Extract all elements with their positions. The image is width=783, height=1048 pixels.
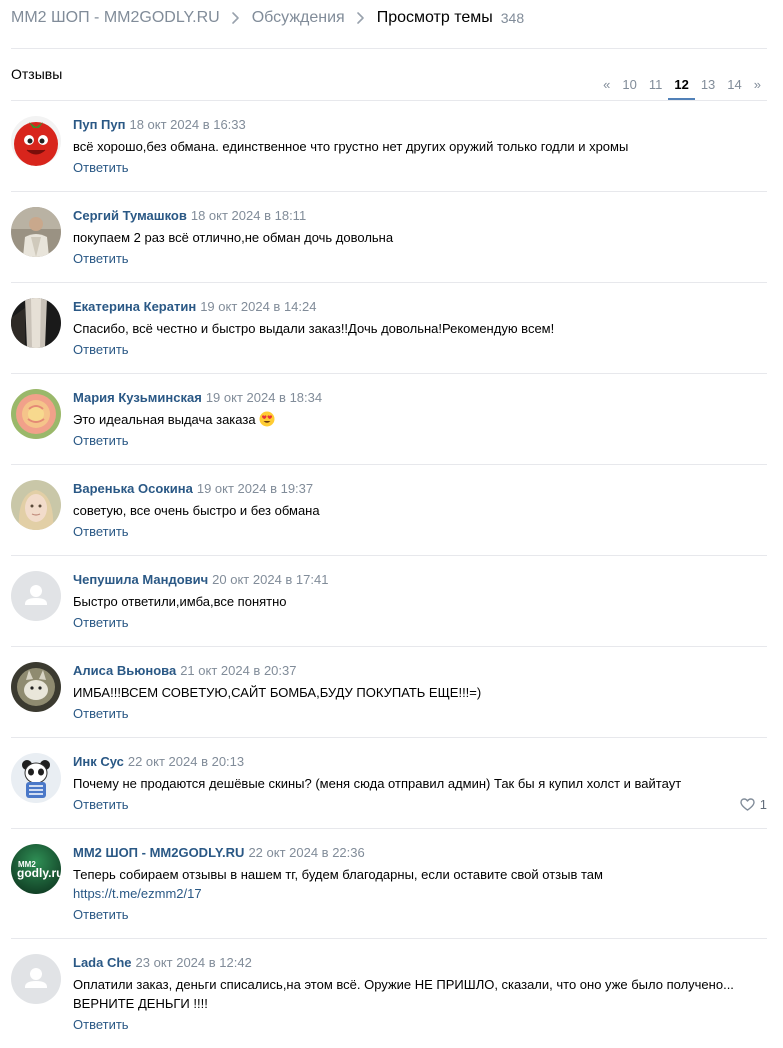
avatar[interactable] [11, 571, 61, 621]
rose-photo-icon [11, 389, 61, 439]
like-count: 1 [759, 797, 767, 812]
author-name[interactable]: Сергий Тумашков [73, 208, 187, 223]
post-date[interactable]: 22 окт 2024 в 22:36 [248, 845, 364, 860]
author-name[interactable]: MM2 ШОП - MM2GODLY.RU [73, 845, 244, 860]
comment-text-row: Это идеальная выдача заказа [73, 410, 767, 429]
comment-text: Теперь собираем отзывы в нашем тг, будем… [73, 867, 603, 882]
post-date[interactable]: 22 окт 2024 в 20:13 [128, 754, 244, 769]
reply-button[interactable]: Ответить [73, 797, 129, 813]
comment-text: ИМБА!!!ВСЕМ СОВЕТУЮ,САЙТ БОМБА,БУДУ ПОКУ… [73, 685, 482, 700]
post-date[interactable]: 23 окт 2024 в 12:42 [136, 955, 252, 970]
topic-count: 348 [500, 10, 525, 26]
post-date[interactable]: 21 окт 2024 в 20:37 [180, 663, 296, 678]
reply-button[interactable]: Ответить [73, 160, 129, 176]
reply-button[interactable]: Ответить [73, 907, 129, 923]
reply-button[interactable]: Ответить [73, 342, 129, 358]
pagination-next[interactable]: » [748, 76, 767, 93]
pagination: « 10 11 12 13 14 » [597, 76, 767, 100]
comment: Чепушила Мандович 20 окт 2024 в 17:41 Быс… [11, 556, 767, 647]
comment-text: Это идеальная выдача заказа [73, 412, 256, 427]
heart-eyes-emoji-icon [259, 411, 275, 427]
divider [11, 48, 767, 49]
avatar[interactable] [11, 298, 61, 348]
avatar[interactable] [11, 389, 61, 439]
author-name[interactable]: Варенька Осокина [73, 481, 193, 496]
comment: Пуп Пуп 18 окт 2024 в 16:33 всё хорошо,бе… [11, 101, 767, 192]
post-date[interactable]: 19 окт 2024 в 19:37 [197, 481, 313, 496]
avatar[interactable] [11, 480, 61, 530]
comment: Варенька Осокина 19 окт 2024 в 19:37 сове… [11, 465, 767, 556]
pagination-page[interactable]: 14 [721, 76, 747, 93]
pagination-page[interactable]: 13 [695, 76, 721, 93]
comment-text: покупаем 2 раз всё отлично,не обман дочь… [73, 230, 394, 245]
hair-photo-icon [11, 298, 61, 348]
logo-text-godly: godly.ru [17, 866, 61, 880]
post-date[interactable]: 18 окт 2024 в 16:33 [129, 117, 245, 132]
panda-skeleton-icon [11, 753, 61, 803]
pagination-page[interactable]: 10 [616, 76, 642, 93]
girl-photo-icon [11, 480, 61, 530]
comment-text: Быстро ответили,имба,все понятно [73, 594, 287, 609]
cat-photo-icon [11, 662, 61, 712]
reply-button[interactable]: Ответить [73, 251, 129, 267]
avatar[interactable] [11, 116, 61, 166]
post-date[interactable]: 19 окт 2024 в 14:24 [200, 299, 316, 314]
comment-text: Спасибо, всё честно и быстро выдали зака… [73, 321, 555, 336]
breadcrumb-discussions[interactable]: Обсуждения [252, 9, 345, 27]
author-name[interactable]: Lada Che [73, 955, 132, 970]
reply-button[interactable]: Ответить [73, 615, 129, 631]
comment: Инк Сус 22 окт 2024 в 20:13 Почему не про… [11, 738, 767, 829]
comment-text: советую, все очень быстро и без обмана [73, 503, 320, 518]
author-name[interactable]: Екатерина Кератин [73, 299, 196, 314]
reply-button[interactable]: Ответить [73, 1017, 129, 1033]
comment-text: Почему не продаются дешёвые скины? (меня… [73, 776, 682, 791]
comment: MM2 godly.ru MM2 ШОП - MM2GODLY.RU 22 окт… [11, 829, 767, 939]
heart-icon [740, 798, 755, 811]
comment: Алиса Вьюнова 21 окт 2024 в 20:37 ИМБА!!!… [11, 647, 767, 738]
pagination-page[interactable]: 11 [643, 76, 669, 93]
mm2godly-logo-icon: MM2 godly.ru [11, 844, 61, 894]
author-name[interactable]: Мария Кузьминская [73, 390, 202, 405]
comment-list: Пуп Пуп 18 окт 2024 в 16:33 всё хорошо,бе… [11, 101, 767, 1048]
reply-button[interactable]: Ответить [73, 706, 129, 722]
page-title: Просмотр темы [376, 9, 493, 26]
chevron-right-icon [231, 12, 239, 24]
pagination-prev[interactable]: « [597, 76, 616, 93]
breadcrumb-group[interactable]: MM2 ШОП - MM2GODLY.RU [11, 9, 220, 27]
default-user-icon [11, 954, 61, 1004]
author-name[interactable]: Инк Сус [73, 754, 124, 769]
comment: Сергий Тумашков 18 окт 2024 в 18:11 покуп… [11, 192, 767, 283]
telegram-link[interactable]: https://t.me/ezmm2/17 [73, 884, 767, 903]
comment: Екатерина Кератин 19 окт 2024 в 14:24 Спа… [11, 283, 767, 374]
tomato-face-icon [11, 116, 61, 166]
author-name[interactable]: Чепушила Мандович [73, 572, 208, 587]
avatar[interactable] [11, 753, 61, 803]
chevron-right-icon [356, 12, 364, 24]
topic-title: Отзывы [11, 66, 63, 82]
post-date[interactable]: 18 окт 2024 в 18:11 [191, 208, 306, 223]
comment: Lada Che 23 окт 2024 в 12:42 Оплатили зак… [11, 939, 767, 1048]
post-date[interactable]: 20 окт 2024 в 17:41 [212, 572, 328, 587]
comment: Мария Кузьминская 19 окт 2024 в 18:34 Это… [11, 374, 767, 465]
avatar[interactable] [11, 207, 61, 257]
post-date[interactable]: 19 окт 2024 в 18:34 [206, 390, 322, 405]
default-user-icon [11, 571, 61, 621]
avatar[interactable]: MM2 godly.ru [11, 844, 61, 894]
man-photo-icon [11, 207, 61, 257]
author-name[interactable]: Алиса Вьюнова [73, 663, 176, 678]
comment-text: Оплатили заказ, деньги списались,на этом… [73, 977, 734, 1011]
like-button[interactable]: 1 [740, 797, 767, 812]
avatar[interactable] [11, 662, 61, 712]
breadcrumb: MM2 ШОП - MM2GODLY.RU Обсуждения Просмот… [11, 6, 524, 30]
avatar[interactable] [11, 954, 61, 1004]
comment-text: всё хорошо,без обмана. единственное что … [73, 139, 629, 154]
author-name[interactable]: Пуп Пуп [73, 117, 125, 132]
reply-button[interactable]: Ответить [73, 433, 129, 449]
pagination-page-current[interactable]: 12 [668, 76, 696, 100]
reply-button[interactable]: Ответить [73, 524, 129, 540]
